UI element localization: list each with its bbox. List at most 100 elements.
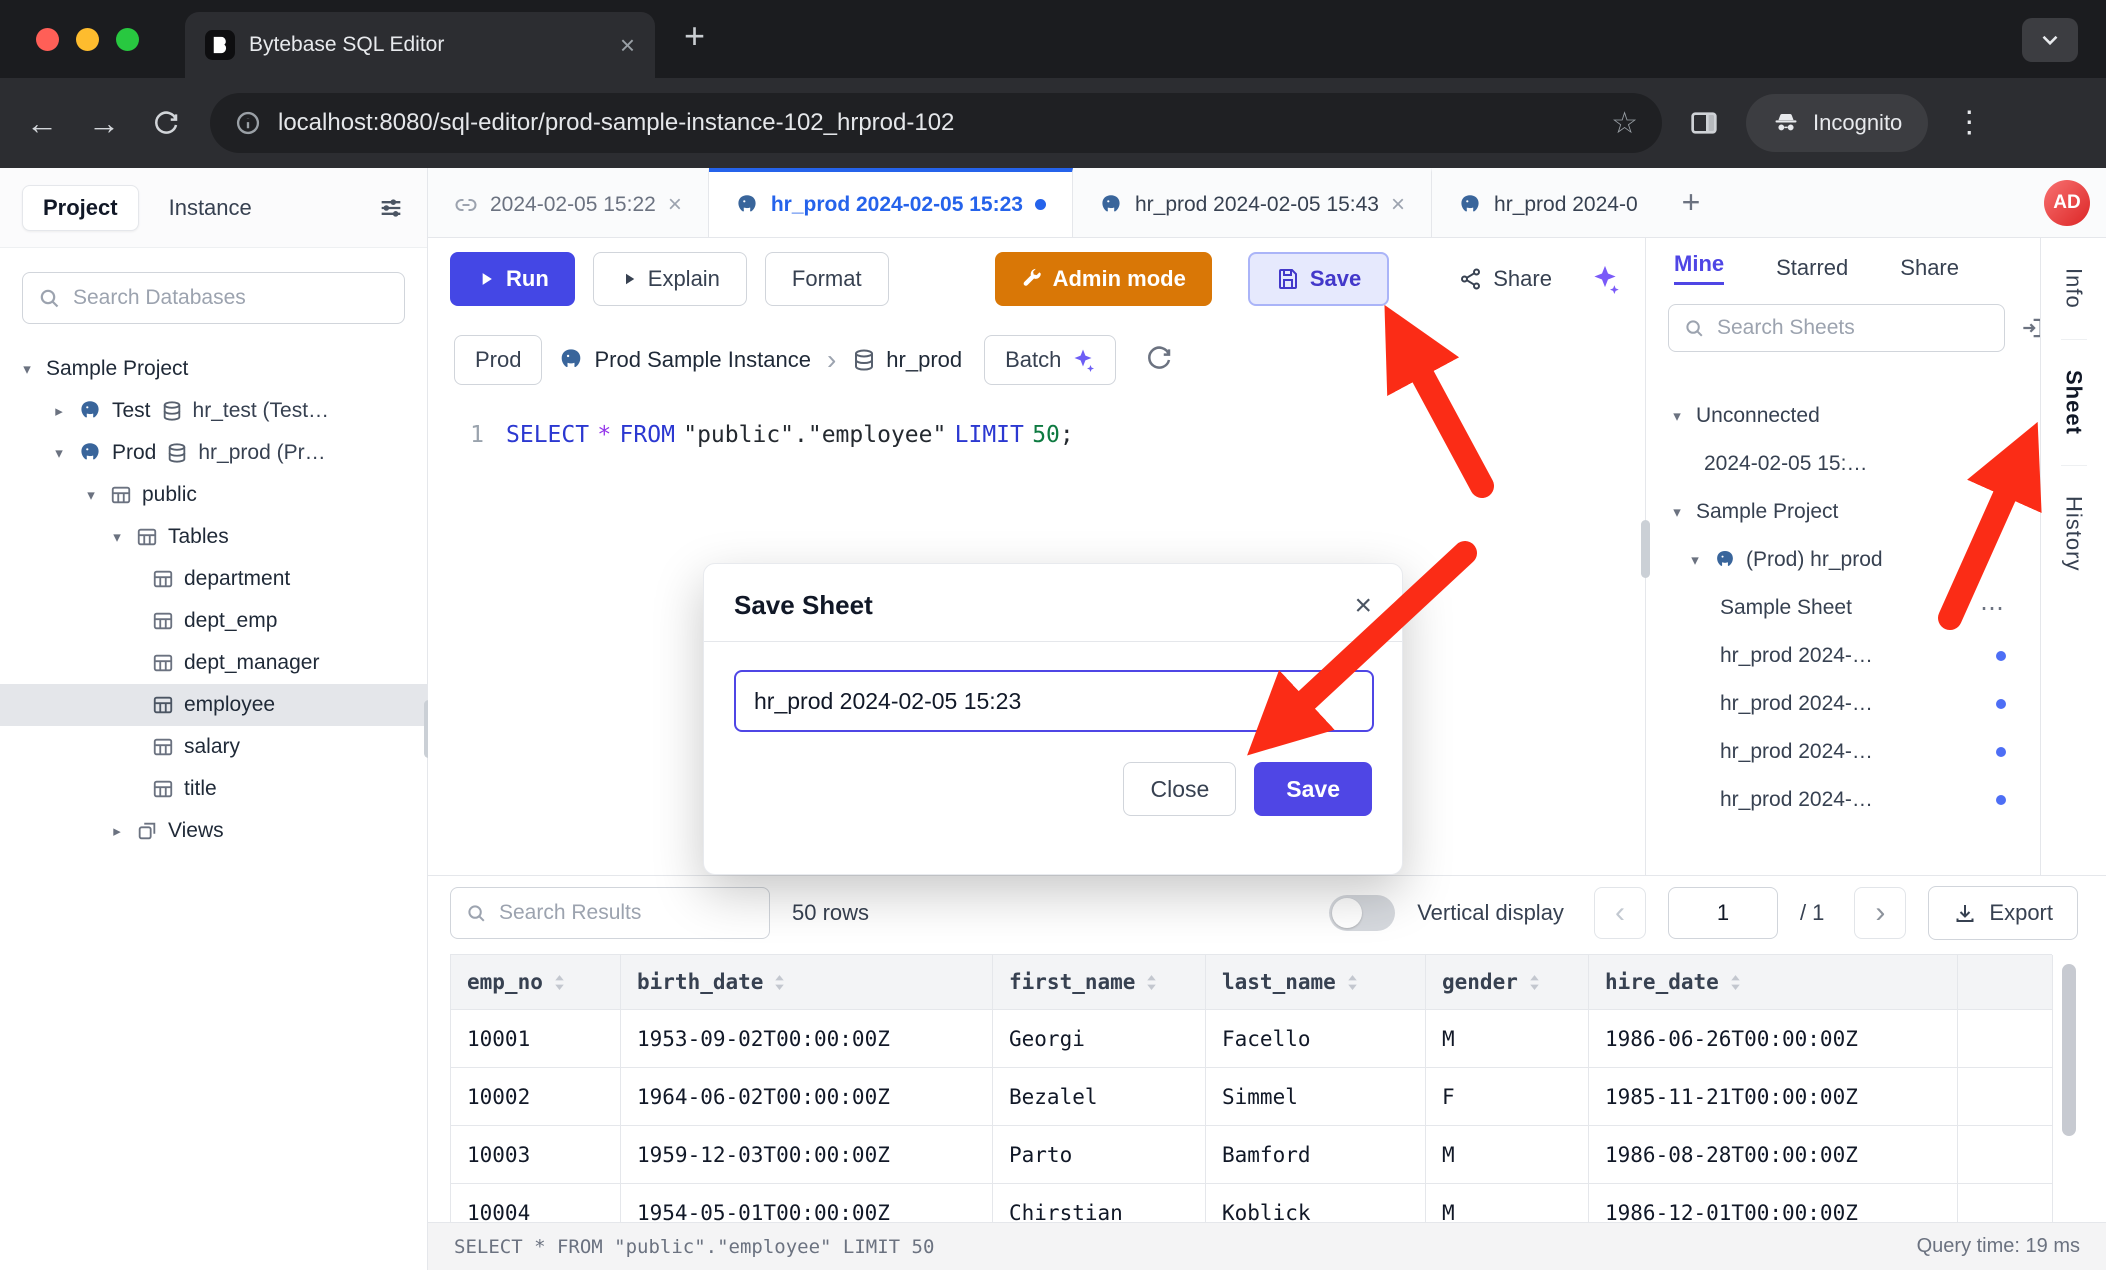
more-actions-icon[interactable]: ⋯ (1980, 594, 2006, 623)
chevron-down-icon[interactable]: ▾ (1668, 407, 1686, 425)
table-cell[interactable]: Parto (993, 1126, 1206, 1184)
chevron-down-icon[interactable]: ▾ (18, 360, 36, 378)
tab-list-button[interactable] (2022, 18, 2078, 62)
tree-item-views[interactable]: ▸ Views (0, 810, 427, 852)
explain-button[interactable]: Explain (593, 252, 747, 306)
site-info-icon[interactable] (234, 109, 262, 137)
sort-icon[interactable] (1145, 974, 1158, 991)
user-avatar[interactable]: AD (2044, 180, 2090, 226)
tree-item-prod-instance[interactable]: ▾ Prod hr_prod (Pr… (0, 432, 427, 474)
sheet-item[interactable]: 2024-02-05 15:… (1646, 440, 2040, 488)
tree-item-project[interactable]: ▾ Sample Project (0, 348, 427, 390)
sort-icon[interactable] (1528, 974, 1541, 991)
sheet-item[interactable]: hr_prod 2024-… (1646, 680, 2040, 728)
tree-item-test-instance[interactable]: ▸ Test hr_test (Test… (0, 390, 427, 432)
tree-item-table-salary[interactable]: salary (0, 726, 427, 768)
sheet-item[interactable]: Sample Sheet ⋯ (1646, 584, 2040, 632)
column-header[interactable]: gender (1426, 955, 1589, 1010)
editor-tab-unsaved[interactable]: 2024-02-05 15:22 × (428, 168, 709, 237)
admin-mode-button[interactable]: Admin mode (995, 252, 1212, 306)
editor-tab-2[interactable]: hr_prod 2024-02-05 15:43 × (1073, 168, 1432, 237)
run-button[interactable]: Run (450, 252, 575, 306)
editor-tab-active[interactable]: hr_prod 2024-02-05 15:23 (709, 168, 1073, 237)
table-cell[interactable]: 10003 (451, 1126, 621, 1184)
sort-icon[interactable] (1729, 974, 1742, 991)
tree-item-schema-public[interactable]: ▾ public (0, 474, 427, 516)
column-header[interactable]: first_name (993, 955, 1206, 1010)
sort-icon[interactable] (553, 974, 566, 991)
table-cell[interactable]: 1986-08-28T00:00:00Z (1589, 1126, 1958, 1184)
database-search-input[interactable] (71, 285, 390, 311)
share-button[interactable]: Share (1433, 252, 1578, 306)
close-icon[interactable]: × (1391, 193, 1405, 217)
previous-page-button[interactable]: ‹ (1594, 887, 1646, 939)
tree-item-table-employee-selected[interactable]: employee (0, 684, 427, 726)
table-cell[interactable]: 10001 (451, 1010, 621, 1068)
format-button[interactable]: Format (765, 252, 889, 306)
forward-button[interactable]: → (86, 105, 122, 142)
bookmark-star-icon[interactable]: ☆ (1611, 106, 1638, 141)
reload-button[interactable] (148, 105, 184, 142)
tab-instance[interactable]: Instance (169, 195, 252, 221)
close-icon[interactable]: × (1354, 591, 1372, 621)
tab-starred[interactable]: Starred (1776, 255, 1848, 281)
chevron-right-icon[interactable]: ▸ (108, 822, 126, 840)
table-cell[interactable]: 1986-12-01T00:00:00Z (1589, 1184, 1958, 1222)
sort-icon[interactable] (773, 974, 786, 991)
export-button[interactable]: Export (1928, 886, 2078, 940)
database-search[interactable] (22, 272, 405, 324)
table-cell[interactable]: M (1426, 1010, 1589, 1068)
table-cell[interactable]: Chirstian (993, 1184, 1206, 1222)
table-cell[interactable]: 1986-06-26T00:00:00Z (1589, 1010, 1958, 1068)
panel-resize-handle[interactable] (1641, 520, 1650, 578)
table-cell[interactable]: 1985-11-21T00:00:00Z (1589, 1068, 1958, 1126)
window-minimize-button[interactable] (76, 28, 99, 51)
sheet-search-input[interactable] (1715, 315, 1990, 341)
sheet-connection[interactable]: ▾ (Prod) hr_prod (1646, 536, 2040, 584)
collapse-panel-icon[interactable] (2019, 315, 2040, 341)
sheet-item[interactable]: hr_prod 2024-… (1646, 632, 2040, 680)
tree-item-table-dept-manager[interactable]: dept_manager (0, 642, 427, 684)
instance-crumb[interactable]: Prod Sample Instance (558, 347, 810, 373)
tab-mine[interactable]: Mine (1674, 251, 1724, 285)
filter-settings-icon[interactable] (377, 194, 405, 222)
sheet-name-input[interactable] (734, 670, 1374, 732)
table-cell[interactable]: 10002 (451, 1068, 621, 1126)
save-button[interactable]: Save (1248, 252, 1389, 306)
table-cell[interactable]: Facello (1206, 1010, 1426, 1068)
tab-project[interactable]: Project (22, 185, 139, 231)
browser-menu-button[interactable]: ⋮ (1954, 108, 1984, 138)
sheet-search[interactable] (1668, 304, 2005, 352)
tree-item-table-title[interactable]: title (0, 768, 427, 810)
tab-history[interactable]: History (2061, 466, 2087, 601)
tab-info[interactable]: Info (2061, 238, 2087, 340)
table-cell[interactable]: 10004 (451, 1184, 621, 1222)
table-cell[interactable]: Bamford (1206, 1126, 1426, 1184)
table-cell[interactable]: 1964-06-02T00:00:00Z (621, 1068, 993, 1126)
column-header[interactable]: emp_no (451, 955, 621, 1010)
close-icon[interactable]: × (668, 193, 682, 217)
environment-chip[interactable]: Prod (454, 335, 542, 385)
chevron-down-icon[interactable]: ▾ (1686, 551, 1704, 569)
window-zoom-button[interactable] (116, 28, 139, 51)
results-search[interactable] (450, 887, 770, 939)
table-cell[interactable]: Bezalel (993, 1068, 1206, 1126)
sheet-group-unconnected[interactable]: ▾ Unconnected (1646, 392, 2040, 440)
editor-tab-3[interactable]: hr_prod 2024-0 (1432, 168, 1664, 237)
table-cell[interactable]: F (1426, 1068, 1589, 1126)
tree-item-table-dept-emp[interactable]: dept_emp (0, 600, 427, 642)
refresh-connection-icon[interactable] (1144, 345, 1174, 375)
sort-icon[interactable] (1346, 974, 1359, 991)
column-header[interactable]: hire_date (1589, 955, 1958, 1010)
back-button[interactable]: ← (24, 105, 60, 142)
table-cell[interactable]: Georgi (993, 1010, 1206, 1068)
close-button[interactable]: Close (1123, 762, 1236, 816)
tab-close-icon[interactable]: × (620, 32, 635, 58)
table-cell[interactable]: 1959-12-03T00:00:00Z (621, 1126, 993, 1184)
page-number-input[interactable] (1668, 887, 1778, 939)
window-close-button[interactable] (36, 28, 59, 51)
chevron-right-icon[interactable]: ▸ (50, 402, 68, 420)
chevron-down-icon[interactable]: ▾ (82, 486, 100, 504)
chevron-down-icon[interactable]: ▾ (1668, 503, 1686, 521)
tab-sheet[interactable]: Sheet (2061, 340, 2087, 466)
